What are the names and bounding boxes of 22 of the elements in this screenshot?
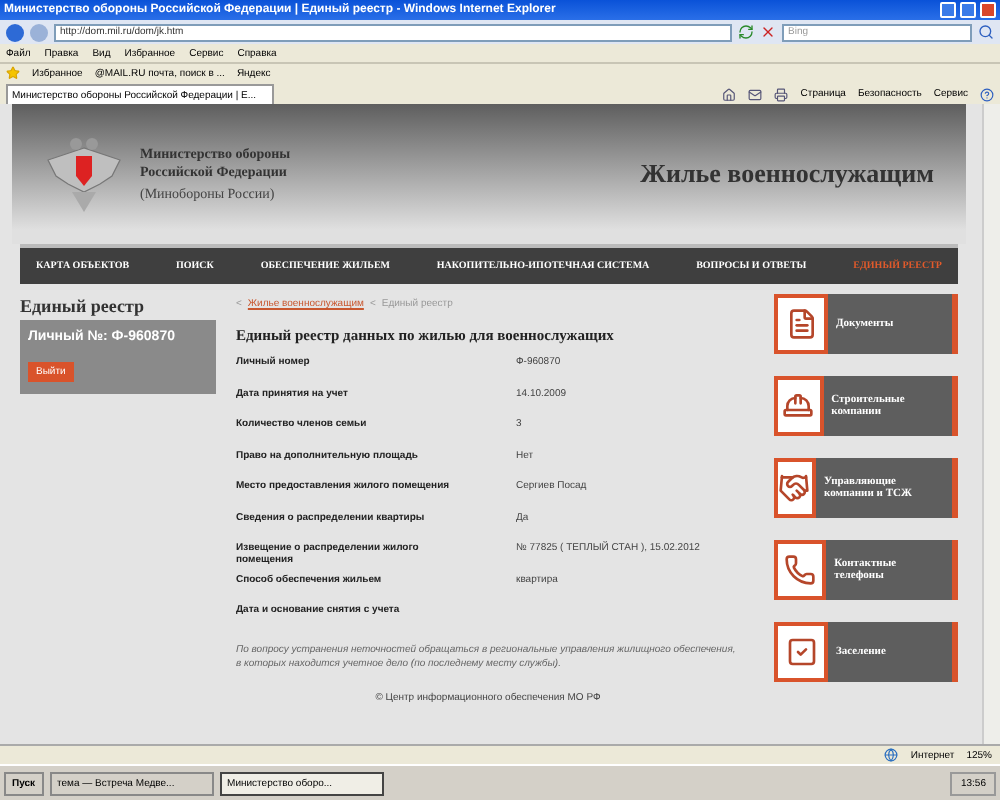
back-icon[interactable] (6, 23, 24, 41)
refresh-icon[interactable] (738, 24, 754, 40)
checkbox-icon (785, 636, 817, 668)
globe-icon (884, 748, 899, 762)
stop-icon[interactable] (760, 24, 776, 40)
section-title: Единый реестр (20, 296, 147, 316)
scrollbar[interactable] (982, 104, 1000, 744)
document-icon (785, 308, 817, 340)
printer-icon[interactable] (774, 87, 789, 101)
maximize-icon[interactable] (960, 2, 976, 18)
search-icon[interactable] (978, 24, 994, 40)
emblem-drawing (44, 132, 124, 216)
site-title: Жилье военнослужащим (640, 158, 934, 190)
hard-hat-icon (782, 390, 815, 422)
handshake-icon (778, 472, 811, 504)
help-icon[interactable] (980, 87, 994, 101)
close-icon[interactable] (980, 2, 996, 18)
home-icon[interactable] (722, 87, 737, 101)
mail-icon[interactable] (748, 87, 763, 101)
minimize-icon[interactable] (940, 2, 956, 18)
star-icon[interactable] (6, 66, 20, 80)
phone-icon (784, 554, 817, 586)
